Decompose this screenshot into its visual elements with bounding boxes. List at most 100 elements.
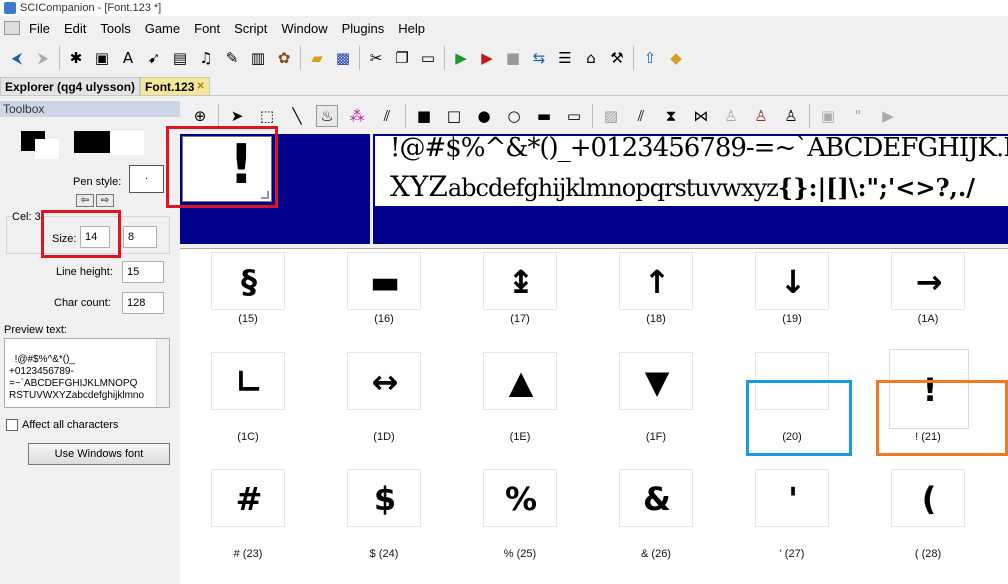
image-import-icon[interactable]: ▣ <box>817 105 839 127</box>
new-text-icon[interactable]: ▤ <box>170 48 190 68</box>
highlight-char-21 <box>876 380 1008 456</box>
toolbar-separator <box>809 104 810 128</box>
app-icon <box>4 2 16 14</box>
menu-window[interactable]: Window <box>274 21 334 36</box>
pen-next-button[interactable]: ⇨ <box>96 194 114 207</box>
menu-tools[interactable]: Tools <box>93 21 137 36</box>
char-cell[interactable]: ↓ <box>755 252 829 310</box>
hourglass-icon[interactable]: ⧗ <box>660 105 682 127</box>
pattern-swatch[interactable] <box>74 131 110 153</box>
filled-rect-icon[interactable]: ■ <box>413 105 435 127</box>
palette-icon[interactable]: ✿ <box>274 48 294 68</box>
new-sound-icon[interactable]: ♫ <box>196 48 216 68</box>
size-width-input[interactable]: 8 <box>123 226 157 248</box>
char-cell[interactable]: ( <box>891 469 965 527</box>
fill-icon[interactable]: ♨ <box>316 105 338 127</box>
export-icon[interactable]: ⇧ <box>640 48 660 68</box>
filled-ellipse-icon[interactable]: ● <box>473 105 495 127</box>
play-animation-icon[interactable]: ▶ <box>877 105 899 127</box>
char-cell[interactable]: ↑ <box>619 252 693 310</box>
menu-game[interactable]: Game <box>138 21 187 36</box>
pen-prev-button[interactable]: ⇦ <box>76 194 94 207</box>
copy-icon[interactable]: ❐ <box>392 48 412 68</box>
background-color-swatch[interactable] <box>35 139 59 159</box>
char-count-input[interactable]: 128 <box>122 292 164 314</box>
zoom-icon[interactable]: ⊕ <box>189 105 211 127</box>
menu-edit[interactable]: Edit <box>57 21 93 36</box>
transparency-icon[interactable]: ▨ <box>600 105 622 127</box>
character-alt-icon[interactable]: ♙ <box>780 105 802 127</box>
select-pointer-icon[interactable]: ➤ <box>226 105 248 127</box>
menu-script[interactable]: Script <box>227 21 274 36</box>
char-cell[interactable]: ▬ <box>347 252 421 310</box>
char-count-label: Char count: <box>54 297 111 309</box>
char-cell[interactable]: # <box>211 469 285 527</box>
char-label: (16) <box>374 313 394 325</box>
filled-roundrect-icon[interactable]: ▬ <box>533 105 555 127</box>
new-view-icon[interactable]: ✱ <box>66 48 86 68</box>
char-cell[interactable]: § <box>211 252 285 310</box>
char-glyph: ▬ <box>369 263 401 301</box>
char-label: (1D) <box>373 431 395 443</box>
char-cell[interactable]: ' <box>755 469 829 527</box>
char-cell[interactable]: ▲ <box>483 352 557 410</box>
char-cell[interactable]: $ <box>347 469 421 527</box>
preview-text-area[interactable]: !@#$%^&*()_ +0123456789- =~`ABCDEFGHIJKL… <box>4 338 170 408</box>
roundrect-icon[interactable]: ▭ <box>563 105 585 127</box>
list-icon[interactable]: ☰ <box>555 48 575 68</box>
char-label: % (25) <box>503 548 537 560</box>
ellipse-icon[interactable]: ○ <box>503 105 525 127</box>
preview-scrollbar[interactable] <box>156 339 169 407</box>
tab-font[interactable]: Font.123 ✕ <box>140 77 210 95</box>
char-cell[interactable]: ↨ <box>483 252 557 310</box>
use-windows-font-button[interactable]: Use Windows font <box>28 443 170 465</box>
char-cell[interactable]: % <box>483 469 557 527</box>
new-script-icon[interactable]: ✎ <box>222 48 242 68</box>
package-icon[interactable]: ◆ <box>666 48 686 68</box>
line-height-label: Line height: <box>56 266 113 278</box>
run-icon[interactable]: ▶ <box>451 48 471 68</box>
menu-file[interactable]: File <box>22 21 57 36</box>
close-tab-icon[interactable]: ✕ <box>196 81 204 92</box>
stop-icon[interactable]: ■ <box>503 48 523 68</box>
rect-select-icon[interactable]: ⬚ <box>256 105 278 127</box>
new-cursor-icon[interactable]: ➹ <box>144 48 164 68</box>
wrench-icon[interactable]: ⚒ <box>607 48 627 68</box>
menu-help[interactable]: Help <box>391 21 432 36</box>
char-cell[interactable]: ↔ <box>347 352 421 410</box>
menu-font[interactable]: Font <box>187 21 227 36</box>
open-folder-icon[interactable]: ▰ <box>307 48 327 68</box>
gift-icon[interactable]: ⌂ <box>581 48 601 68</box>
new-pic-icon[interactable]: ▣ <box>92 48 112 68</box>
compile-icon[interactable]: ⇆ <box>529 48 549 68</box>
char-label: & (26) <box>641 548 671 560</box>
ghost-icon[interactable]: ♙ <box>720 105 742 127</box>
forward-icon[interactable]: ⮞ <box>33 48 53 68</box>
new-font-icon[interactable]: A <box>118 48 138 68</box>
pen-style-picker[interactable]: · <box>129 165 164 193</box>
char-cell[interactable]: ∟ <box>211 352 285 410</box>
replace-color-icon[interactable]: ⁂ <box>346 105 368 127</box>
tab-explorer[interactable]: Explorer (qg4 ulysson) <box>0 77 141 95</box>
menu-plugins[interactable]: Plugins <box>335 21 392 36</box>
paste-icon[interactable]: ▭ <box>418 48 438 68</box>
affect-all-checkbox[interactable] <box>6 419 18 431</box>
new-vocab-icon[interactable]: ▥ <box>248 48 268 68</box>
char-cell[interactable]: → <box>891 252 965 310</box>
char-label: ' (27) <box>779 548 805 560</box>
line-height-input[interactable]: 15 <box>122 261 164 283</box>
char-cell[interactable]: ▼ <box>619 352 693 410</box>
debug-icon[interactable]: ▶ <box>477 48 497 68</box>
cut-icon[interactable]: ✂ <box>366 48 386 68</box>
char-cell[interactable]: & <box>619 469 693 527</box>
eyedropper-icon[interactable]: ⫽ <box>376 105 398 127</box>
save-icon[interactable]: ▩ <box>333 48 353 68</box>
back-icon[interactable]: ⮜ <box>7 48 27 68</box>
rect-icon[interactable]: □ <box>443 105 465 127</box>
mirror-icon[interactable]: ⋈ <box>690 105 712 127</box>
pen-icon[interactable]: ╲ <box>286 105 308 127</box>
dropper-icon[interactable]: ⫽ <box>630 105 652 127</box>
quote-icon[interactable]: " <box>847 105 869 127</box>
highlight-size-field <box>41 210 121 258</box>
character-icon[interactable]: ♙ <box>750 105 772 127</box>
